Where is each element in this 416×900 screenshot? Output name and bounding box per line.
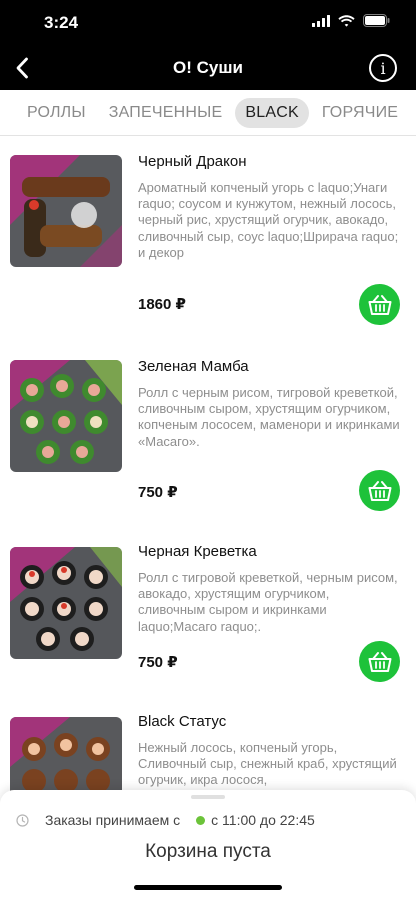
order-hours: Заказы принимаем с с 11:00 до 22:45 bbox=[16, 812, 315, 828]
product-price: 1860 ₽ bbox=[138, 296, 186, 313]
product-title[interactable]: Черная Креветка bbox=[138, 543, 257, 560]
basket-icon bbox=[368, 651, 391, 672]
product-price: 750 ₽ bbox=[138, 654, 178, 671]
product-image[interactable] bbox=[10, 547, 122, 659]
add-to-cart-button[interactable] bbox=[359, 284, 400, 325]
product-image[interactable] bbox=[10, 155, 122, 267]
tab-rolls[interactable]: РОЛЛЫ bbox=[17, 98, 96, 128]
status-bar: 3:24 bbox=[0, 0, 416, 46]
cart-bottom-sheet[interactable]: Заказы принимаем с с 11:00 до 22:45 Корз… bbox=[0, 790, 416, 900]
home-indicator bbox=[134, 885, 282, 890]
product-image[interactable] bbox=[10, 360, 122, 472]
signal-icon bbox=[312, 14, 330, 27]
wifi-icon bbox=[338, 14, 355, 27]
clock-icon bbox=[16, 813, 29, 827]
info-button[interactable]: i bbox=[369, 54, 397, 82]
product-title[interactable]: Черный Дракон bbox=[138, 153, 247, 170]
battery-icon bbox=[363, 14, 390, 27]
status-icons bbox=[312, 14, 390, 27]
hours-value: с 11:00 до 22:45 bbox=[211, 812, 315, 828]
nav-bar: O! Суши i bbox=[0, 46, 416, 90]
basket-icon bbox=[368, 480, 391, 501]
product-image[interactable] bbox=[10, 717, 122, 797]
page-title: O! Суши bbox=[173, 58, 243, 77]
product-description: Нежный лосось, копченый угорь, Сливочный… bbox=[138, 740, 397, 788]
product-description: Ролл с тигровой креветкой, черным рисом,… bbox=[138, 570, 398, 634]
add-to-cart-button[interactable] bbox=[359, 641, 400, 682]
add-to-cart-button[interactable] bbox=[359, 470, 400, 511]
tab-hot[interactable]: ГОРЯЧИЕ bbox=[312, 98, 408, 128]
product-title[interactable]: Black Статус bbox=[138, 713, 226, 730]
product-list[interactable]: Черный Дракон Ароматный копченый угорь с… bbox=[0, 137, 416, 797]
category-tabs: РОЛЛЫ ЗАПЕЧЕННЫЕ BLACK ГОРЯЧИЕ bbox=[0, 90, 416, 136]
basket-icon bbox=[368, 294, 391, 315]
product-title[interactable]: Зеленая Мамба bbox=[138, 358, 249, 375]
info-icon: i bbox=[380, 58, 386, 78]
sheet-grabber[interactable] bbox=[191, 795, 225, 799]
product-description: Ролл с черным рисом, тигровой креветкой,… bbox=[138, 385, 400, 449]
tab-black[interactable]: BLACK bbox=[235, 97, 309, 128]
cart-status: Корзина пуста bbox=[145, 841, 271, 862]
tab-baked[interactable]: ЗАПЕЧЕННЫЕ bbox=[99, 98, 233, 128]
product-price: 750 ₽ bbox=[138, 484, 178, 501]
open-status-dot bbox=[196, 815, 206, 825]
hours-label: Заказы принимаем с bbox=[45, 812, 181, 828]
product-description: Ароматный копченый угорь с laquo;Унаги r… bbox=[138, 180, 399, 260]
status-time: 3:24 bbox=[44, 13, 79, 32]
